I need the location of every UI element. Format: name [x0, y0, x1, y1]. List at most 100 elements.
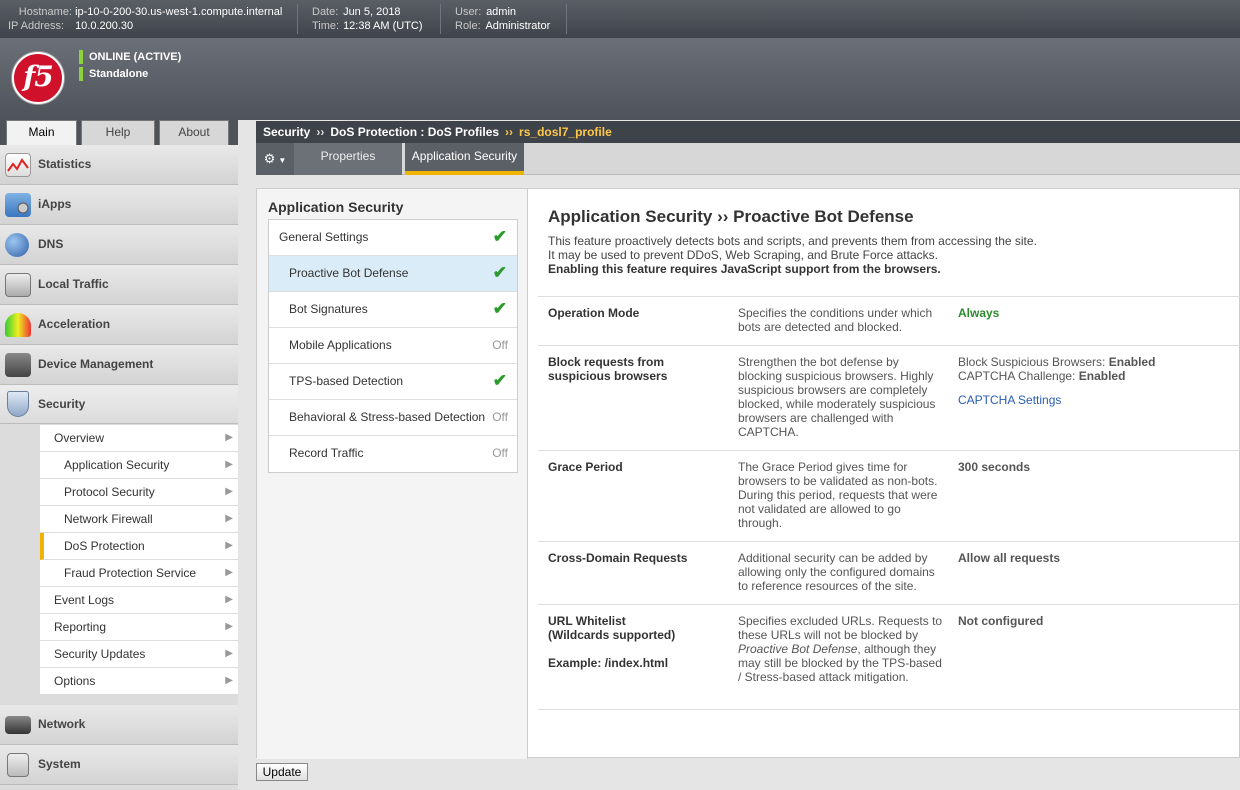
row-description: Additional security can be added by allo… — [738, 551, 935, 593]
sidebar-item-label: Security — [38, 397, 86, 411]
feature-record-traffic[interactable]: Record Traffic Off — [269, 436, 517, 472]
feature-state: Off — [492, 446, 508, 460]
date-info: Date: Jun 5, 2018 Time: 12:38 AM (UTC) — [312, 5, 423, 33]
gear-menu-button[interactable]: ⚙ ▼ — [256, 143, 294, 175]
sidebar-sub-event-logs[interactable]: Event Logs ▶ — [40, 587, 238, 614]
captcha-challenge-value: Enabled — [1078, 369, 1126, 383]
header-banner: f5 ONLINE (ACTIVE) Standalone — [0, 38, 1240, 120]
sidebar-sub-application-security[interactable]: Application Security ▶ — [40, 452, 238, 479]
captcha-challenge-label: CAPTCHA Challenge: — [958, 369, 1076, 383]
sidebar-item-local-traffic[interactable]: Local Traffic — [0, 265, 238, 305]
device-icon — [5, 353, 31, 377]
description-note: Enabling this feature requires JavaScrip… — [548, 262, 941, 276]
url-example: Example: /index.html — [548, 656, 669, 670]
breadcrumb-security[interactable]: Security — [263, 125, 310, 139]
main-tabs: Main Help About — [0, 120, 238, 145]
sidebar-item-label: Local Traffic — [38, 277, 109, 291]
sidebar-sub-protocol-security[interactable]: Protocol Security ▶ — [40, 479, 238, 506]
tab-main[interactable]: Main — [6, 120, 77, 145]
sidebar-item-label: iApps — [38, 197, 72, 211]
operation-mode-value[interactable]: Always — [958, 306, 1238, 320]
chevron-right-icon: ▶ — [225, 459, 233, 470]
system-icon — [7, 753, 29, 777]
sidebar-item-statistics[interactable]: Statistics — [0, 145, 238, 185]
breadcrumb-separator: ›› — [316, 125, 325, 139]
feature-label: Proactive Bot Defense — [289, 266, 409, 280]
sidebar-item-security[interactable]: Security — [0, 385, 238, 424]
feature-state: Off — [492, 338, 508, 352]
feature-tps-based-detection[interactable]: TPS-based Detection ✔ — [269, 364, 517, 400]
captcha-settings-link[interactable]: CAPTCHA Settings — [958, 393, 1238, 407]
sidebar-item-network[interactable]: Network — [0, 705, 238, 745]
tab-application-security[interactable]: Application Security — [405, 143, 524, 175]
check-icon: ✔ — [492, 263, 507, 282]
sidebar-item-label: Acceleration — [38, 317, 111, 331]
feature-label: Mobile Applications — [289, 338, 392, 352]
url-whitelist-value[interactable]: Not configured — [958, 614, 1238, 628]
sidebar-item-device-management[interactable]: Device Management — [0, 345, 238, 385]
row-label: Operation Mode — [548, 306, 640, 320]
breadcrumb-dos-profiles[interactable]: DoS Protection : DoS Profiles — [330, 125, 499, 139]
globe-icon — [5, 233, 29, 257]
breadcrumb-separator: ›› — [505, 125, 514, 139]
feature-state: Off — [492, 410, 508, 424]
user-info: User: admin Role: Administrator — [455, 5, 550, 33]
f5-logo[interactable]: f5 — [12, 52, 64, 104]
block-suspicious-label: Block Suspicious Browsers: — [958, 355, 1106, 369]
settings-column: Application Security ›› Proactive Bot De… — [529, 189, 1240, 759]
chevron-right-icon: ▶ — [225, 540, 233, 551]
sidebar-sub-security-updates[interactable]: Security Updates ▶ — [40, 641, 238, 668]
user-label: User: — [455, 6, 482, 18]
check-icon: ✔ — [492, 299, 507, 318]
chevron-right-icon: ▶ — [225, 567, 233, 578]
description-line: This feature proactively detects bots an… — [548, 234, 1037, 248]
sidebar-sub-options[interactable]: Options ▶ — [40, 668, 238, 695]
sidebar-item-dns[interactable]: DNS — [0, 225, 238, 265]
feature-label: Record Traffic — [289, 446, 364, 460]
feature-behavioral-detection[interactable]: Behavioral & Stress-based Detection Off — [269, 400, 517, 436]
local-traffic-icon — [5, 273, 31, 297]
check-icon: ✔ — [492, 227, 507, 246]
feature-list-title: Application Security — [268, 199, 404, 215]
sidebar-sub-label: Network Firewall — [64, 512, 153, 526]
sidebar-sub-fraud-protection[interactable]: Fraud Protection Service ▶ — [40, 560, 238, 587]
cross-domain-value[interactable]: Allow all requests — [958, 551, 1238, 565]
feature-general-settings[interactable]: General Settings ✔ — [269, 220, 517, 256]
feature-label: General Settings — [279, 230, 369, 244]
sidebar-sub-label: Reporting — [54, 620, 107, 634]
content-panel: Application Security General Settings ✔ P… — [256, 188, 1240, 759]
sidebar-item-iapps[interactable]: iApps — [0, 185, 238, 225]
block-suspicious-value: Enabled — [1108, 355, 1156, 369]
chevron-right-icon: ▶ — [225, 486, 233, 497]
sidebar-sub-dos-protection[interactable]: DoS Protection ▶ — [40, 533, 238, 560]
feature-proactive-bot-defense[interactable]: Proactive Bot Defense ✔ — [269, 256, 517, 292]
sidebar-item-system[interactable]: System — [0, 745, 238, 785]
grace-period-value[interactable]: 300 seconds — [958, 460, 1238, 474]
chevron-right-icon: ▶ — [225, 513, 233, 524]
sidebar-sub-label: Overview — [54, 431, 105, 445]
row-label: Block requests from suspicious browsers — [548, 355, 668, 383]
feature-bot-signatures[interactable]: Bot Signatures ✔ — [269, 292, 517, 328]
sidebar-item-acceleration[interactable]: Acceleration — [0, 305, 238, 345]
row-cross-domain: Cross-Domain Requests Additional securit… — [538, 541, 1240, 604]
tab-about[interactable]: About — [159, 120, 229, 145]
row-grace-period: Grace Period The Grace Period gives time… — [538, 450, 1240, 541]
sidebar-item-label: Device Management — [38, 357, 154, 371]
feature-mobile-applications[interactable]: Mobile Applications Off — [269, 328, 517, 364]
date-label: Date: — [312, 6, 339, 18]
time-label: Time: — [312, 20, 340, 32]
divider — [566, 4, 567, 34]
description-line: It may be used to prevent DDoS, Web Scra… — [548, 248, 938, 262]
chevron-right-icon: ▶ — [225, 675, 233, 686]
sidebar-sub-network-firewall[interactable]: Network Firewall ▶ — [40, 506, 238, 533]
sidebar-item-label: Network — [38, 717, 86, 731]
gear-icon: ⚙ — [263, 151, 276, 166]
tab-properties[interactable]: Properties — [294, 143, 402, 175]
wildcards-label: (Wildcards supported) — [548, 628, 676, 642]
feature-label: Bot Signatures — [289, 302, 368, 316]
sidebar-sub-reporting[interactable]: Reporting ▶ — [40, 614, 238, 641]
sidebar-sub-overview[interactable]: Overview ▶ — [40, 425, 238, 452]
tab-help[interactable]: Help — [81, 120, 155, 145]
update-button[interactable]: Update — [256, 763, 308, 781]
time-value: 12:38 AM (UTC) — [343, 20, 423, 32]
